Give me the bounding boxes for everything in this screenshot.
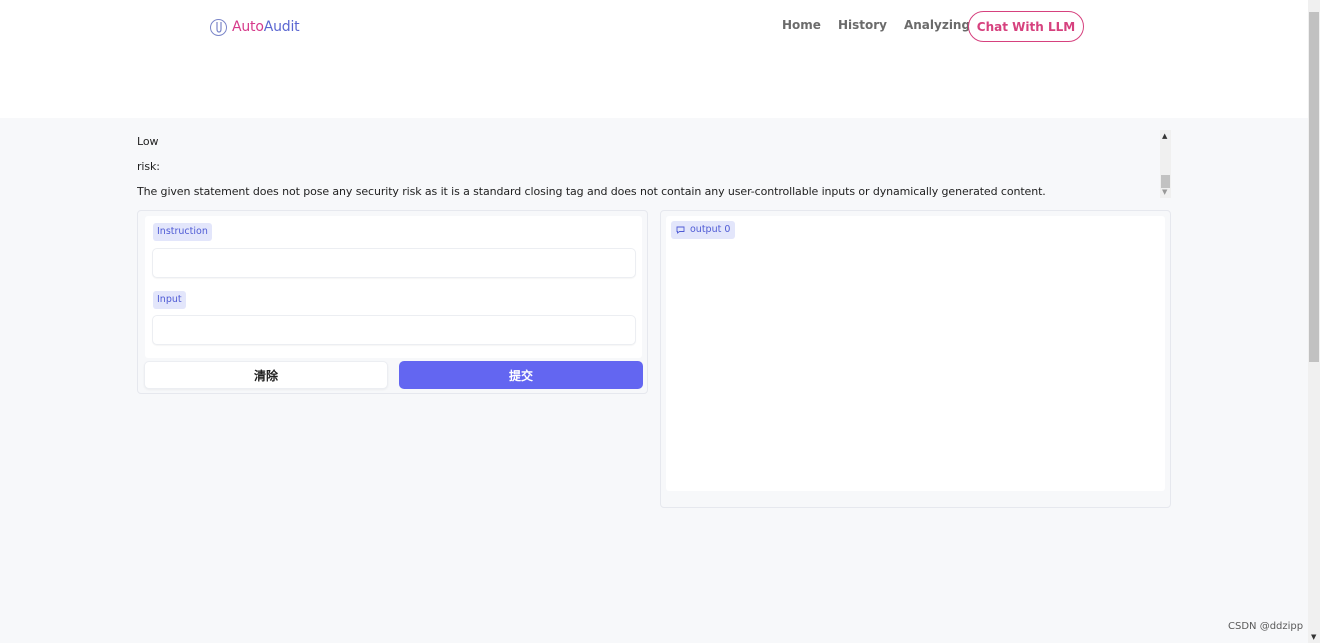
nav-history[interactable]: History <box>838 17 887 33</box>
clear-button[interactable]: 清除 <box>144 361 388 389</box>
logo[interactable]: AutoAudit <box>210 17 300 37</box>
result-scrollbar-thumb[interactable] <box>1161 175 1170 188</box>
result-text-area: Low risk: The given statement does not p… <box>137 130 1172 199</box>
page: AutoAudit Home History Analyzing Chat Wi… <box>0 0 1320 643</box>
logo-icon <box>210 18 227 36</box>
page-scrollbar-thumb[interactable] <box>1309 12 1319 362</box>
logo-text: AutoAudit <box>232 19 300 35</box>
top-header: AutoAudit Home History Analyzing Chat Wi… <box>0 0 1308 118</box>
submit-button[interactable]: 提交 <box>399 361 643 389</box>
instruction-field[interactable] <box>152 248 636 278</box>
scroll-down-arrow-icon[interactable]: ▼ <box>1162 188 1167 196</box>
main-nav: Home History Analyzing <box>782 17 987 33</box>
logo-text-auto: Auto <box>232 19 264 35</box>
output-label-text: output 0 <box>690 224 731 235</box>
result-line-risk-label: risk: <box>137 160 160 173</box>
input-field[interactable] <box>152 315 636 345</box>
watermark: CSDN @ddzipp <box>1228 621 1304 632</box>
output-panel: output 0 <box>660 210 1171 508</box>
scroll-up-arrow-icon[interactable]: ▲ <box>1162 132 1167 140</box>
output-area: output 0 <box>666 216 1165 491</box>
input-panel: Instruction Input 清除 提交 <box>137 210 648 394</box>
result-line-risk-level: Low <box>137 135 159 148</box>
instruction-label: Instruction <box>153 223 212 241</box>
chat-bubble-icon <box>676 226 685 234</box>
output-label: output 0 <box>671 221 736 239</box>
chat-with-llm-button[interactable]: Chat With LLM <box>968 11 1084 42</box>
logo-text-audit: Audit <box>263 19 300 35</box>
input-form: Instruction Input <box>145 216 642 358</box>
result-scrollbar[interactable]: ▲ ▼ <box>1160 130 1171 198</box>
page-scrollbar[interactable]: ▼ <box>1308 0 1320 643</box>
page-scroll-down-arrow-icon[interactable]: ▼ <box>1311 633 1316 641</box>
result-line-explanation: The given statement does not pose any se… <box>137 185 1046 198</box>
nav-analyzing[interactable]: Analyzing <box>904 17 970 33</box>
nav-home[interactable]: Home <box>782 17 821 33</box>
input-label: Input <box>153 291 186 309</box>
